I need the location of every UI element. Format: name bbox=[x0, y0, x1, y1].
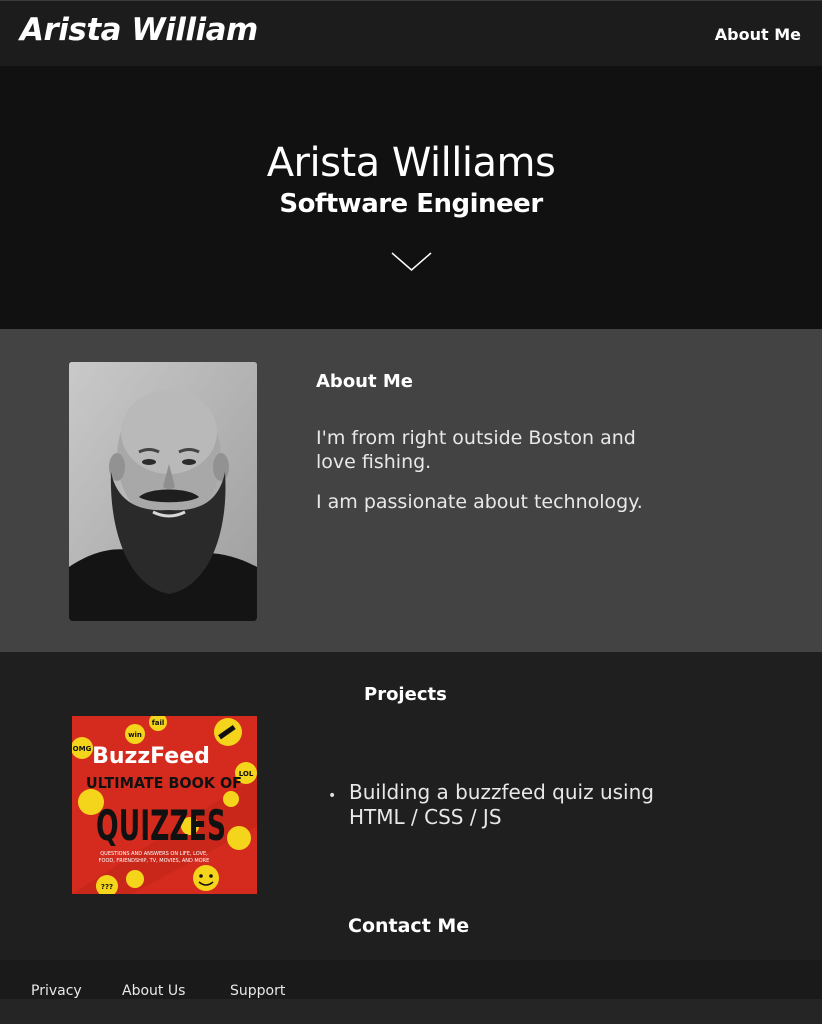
book-brand: BuzzFeed bbox=[92, 744, 210, 769]
footer-link-privacy[interactable]: Privacy bbox=[31, 983, 82, 999]
nav-link-about-me[interactable]: About Me bbox=[715, 25, 801, 44]
buzzfeed-quiz-book-image: win fail OMG LOL ??? BuzzFeed ULTIMATE B… bbox=[72, 716, 257, 894]
about-paragraph: I am passionate about technology. bbox=[316, 491, 643, 513]
hero-name: Arista Williams bbox=[266, 140, 556, 186]
projects-section: Projects win fail OMG LOL ??? BuzzFeed U… bbox=[0, 652, 822, 960]
footer-link-about-us[interactable]: About Us bbox=[122, 983, 185, 999]
contact-title[interactable]: Contact Me bbox=[348, 915, 469, 937]
projects-title: Projects bbox=[364, 684, 447, 705]
footer-link-support[interactable]: Support bbox=[230, 983, 285, 999]
bottom-strip bbox=[0, 999, 822, 1024]
hero-role: Software Engineer bbox=[279, 189, 543, 219]
hero-section: Arista Williams Software Engineer bbox=[0, 66, 822, 329]
sticker-text: ??? bbox=[101, 883, 113, 891]
chevron-down-icon[interactable] bbox=[391, 252, 432, 272]
footer: Privacy About Us Support bbox=[0, 960, 822, 999]
navbar: Arista William About Me bbox=[0, 0, 822, 66]
book-title-quizzes: QUIZZES bbox=[96, 801, 226, 850]
profile-photo bbox=[69, 362, 257, 621]
about-section: About Me I'm from right outside Boston a… bbox=[0, 329, 822, 652]
sticker-text: OMG bbox=[73, 745, 92, 753]
bullet-icon: • bbox=[328, 788, 337, 804]
book-subtitle: QUESTIONS AND ANSWERS ON LIFE, LOVE, bbox=[100, 851, 208, 857]
brand-title[interactable]: Arista William bbox=[20, 12, 258, 48]
book-title-line: ULTIMATE BOOK OF bbox=[86, 774, 242, 792]
sticker-text: fail bbox=[152, 719, 165, 727]
sticker-text: win bbox=[128, 731, 142, 739]
book-subtitle: FOOD, FRIENDSHIP, TV, MOVIES, AND MORE bbox=[99, 858, 210, 864]
about-title: About Me bbox=[316, 371, 413, 392]
project-item: Building a buzzfeed quiz using HTML / CS… bbox=[349, 780, 654, 829]
about-paragraph: I'm from right outside Boston and love f… bbox=[316, 427, 636, 473]
